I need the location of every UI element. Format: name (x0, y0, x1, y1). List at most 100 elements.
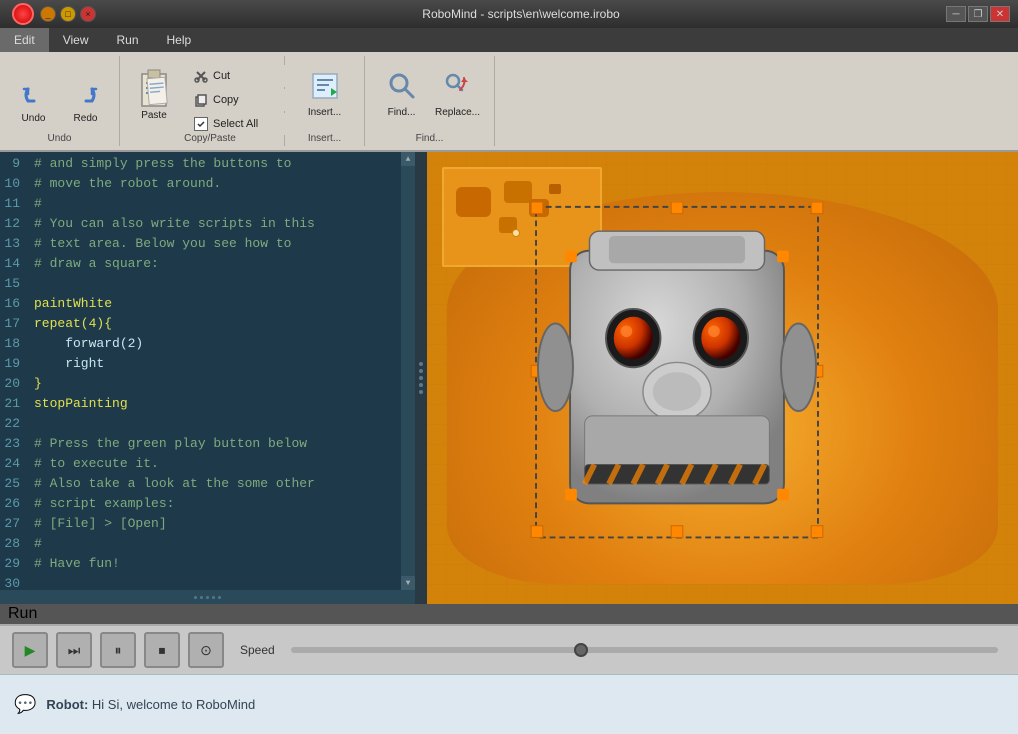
insert-group-label: Insert... (285, 133, 364, 144)
scroll-dot-5 (218, 596, 221, 599)
code-line: forward(2) (34, 334, 397, 354)
handle-dot-4 (419, 383, 423, 387)
undo-label: Undo (22, 113, 46, 124)
insert-button[interactable]: Insert... (299, 60, 351, 128)
speed-label: Speed (240, 643, 275, 657)
select-all-button[interactable]: Select All (186, 113, 286, 135)
copy-paste-group-label: Copy/Paste (128, 133, 292, 144)
code-line: repeat(4){ (34, 314, 397, 334)
code-line: right (34, 354, 397, 374)
robot-image (527, 202, 827, 552)
win-minimize[interactable]: ─ (946, 6, 966, 22)
resize-handle[interactable] (415, 152, 427, 604)
editor-horizontal-scroll[interactable] (0, 590, 415, 604)
find-group-label: Find... (365, 133, 494, 144)
scroll-track[interactable] (401, 166, 415, 576)
scroll-dot-3 (206, 596, 209, 599)
handle-dot-3 (419, 376, 423, 380)
win-restore[interactable]: ❐ (968, 6, 988, 22)
cut-button[interactable]: Cut (186, 65, 286, 87)
toolbar: Undo Redo Undo (0, 52, 1018, 152)
line-number: 18 (0, 334, 26, 354)
scroll-dot-4 (212, 596, 215, 599)
replace-label: Replace... (435, 107, 480, 118)
code-line: # draw a square: (34, 254, 397, 274)
copy-label: Copy (213, 94, 239, 106)
find-icon (386, 70, 418, 105)
minimize-button[interactable]: _ (40, 6, 56, 22)
speed-thumb[interactable] (574, 643, 588, 657)
line-number: 24 (0, 454, 26, 474)
cut-label: Cut (213, 70, 230, 82)
menu-help[interactable]: Help (153, 28, 206, 52)
line-number: 17 (0, 314, 26, 334)
code-line: # [File] > [Open] (34, 514, 397, 534)
redo-label: Redo (74, 113, 98, 124)
scroll-up-arrow[interactable]: ▲ (401, 152, 415, 166)
copy-button[interactable]: Copy (186, 89, 286, 111)
undo-button[interactable]: Undo (10, 69, 58, 133)
copy-icon (193, 92, 209, 108)
code-area: 9101112131415161718192021222324252627282… (0, 152, 415, 590)
find-label: Find... (388, 107, 416, 118)
line-number: 23 (0, 434, 26, 454)
undo-group-label: Undo (0, 133, 119, 144)
copy-paste-group: Paste Cut (120, 56, 285, 146)
line-number: 13 (0, 234, 26, 254)
code-line: # script examples: (34, 494, 397, 514)
handle-dot-2 (419, 369, 423, 373)
replace-button[interactable]: Replace... (432, 60, 484, 128)
close-button[interactable]: × (80, 6, 96, 22)
undo-group: Undo Redo Undo (0, 56, 120, 146)
code-line: # text area. Below you see how to (34, 234, 397, 254)
code-editor[interactable]: 9101112131415161718192021222324252627282… (0, 152, 415, 604)
win-buttons: ─ ❐ ✕ (946, 6, 1010, 22)
find-button[interactable]: Find... (376, 60, 428, 128)
line-number: 21 (0, 394, 26, 414)
run-bar: Run (0, 604, 1018, 624)
pause-button[interactable]: ⏸ (100, 632, 136, 668)
line-number: 26 (0, 494, 26, 514)
handle-dot-1 (419, 362, 423, 366)
play-button[interactable]: ▶ (12, 632, 48, 668)
copy-paste-small-buttons: Cut Copy (186, 60, 286, 140)
cut-icon (193, 68, 209, 84)
code-line (34, 414, 397, 434)
line-numbers: 9101112131415161718192021222324252627282… (0, 152, 30, 590)
paste-button[interactable]: Paste (128, 60, 180, 128)
step-button[interactable]: ⏭ (56, 632, 92, 668)
menu-edit[interactable]: Edit (0, 28, 49, 52)
code-line: } (34, 374, 397, 394)
map-robot-dot (512, 229, 520, 237)
line-number: 25 (0, 474, 26, 494)
replace-icon (442, 70, 474, 105)
status-prefix: Robot: (46, 697, 88, 712)
run-label: Run (8, 605, 37, 623)
redo-button[interactable]: Redo (62, 69, 110, 133)
paste-icon (138, 68, 170, 108)
record-button[interactable]: ⊙ (188, 632, 224, 668)
code-line (34, 574, 397, 590)
speed-slider[interactable] (291, 647, 998, 653)
line-number: 19 (0, 354, 26, 374)
win-close[interactable]: ✕ (990, 6, 1010, 22)
maximize-button[interactable]: □ (60, 6, 76, 22)
line-number: 10 (0, 174, 26, 194)
undo-icon (18, 79, 50, 111)
h-scroll-indicator (194, 596, 221, 599)
stop-button[interactable]: ⏹ (144, 632, 180, 668)
line-number: 9 (0, 154, 26, 174)
code-content[interactable]: # and simply press the buttons to# move … (30, 152, 401, 590)
find-group: Find... Replace... Find... (365, 56, 495, 146)
window-title: RoboMind - scripts\en\welcome.irobo (102, 7, 940, 21)
menu-run[interactable]: Run (102, 28, 152, 52)
menu-view[interactable]: View (49, 28, 103, 52)
handle-dot-5 (419, 390, 423, 394)
code-line: # and simply press the buttons to (34, 154, 397, 174)
code-line: # move the robot around. (34, 174, 397, 194)
line-number: 15 (0, 274, 26, 294)
scroll-down-arrow[interactable]: ▼ (401, 576, 415, 590)
vertical-scrollbar[interactable]: ▲ ▼ (401, 152, 415, 590)
code-line: # (34, 194, 397, 214)
code-line: # You can also write scripts in this (34, 214, 397, 234)
